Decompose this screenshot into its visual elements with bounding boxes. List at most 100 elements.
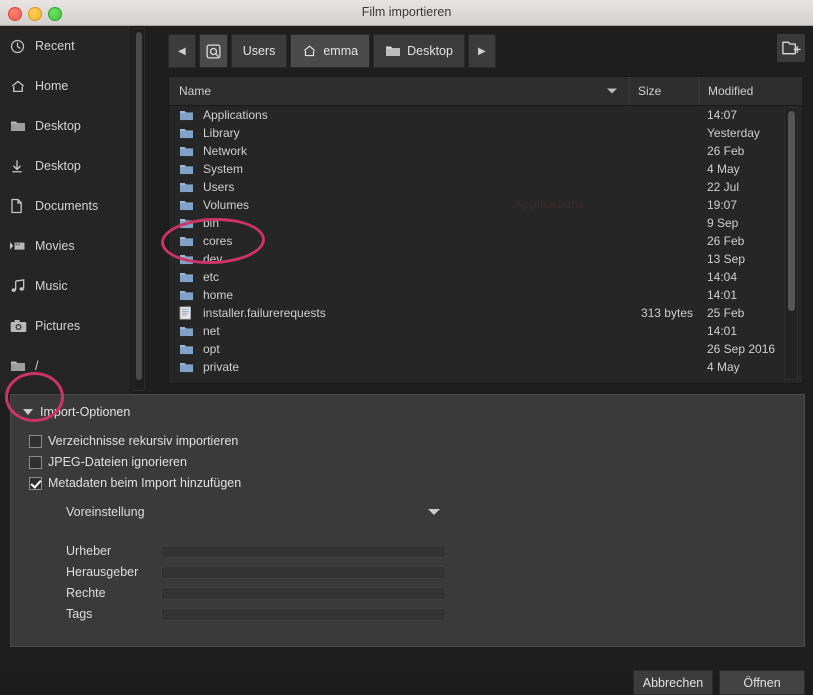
chevron-down-icon <box>23 409 33 415</box>
file-modified-cell: 26 Feb <box>707 234 745 248</box>
checkbox-box[interactable] <box>29 476 42 490</box>
checkbox-label: Metadaten beim Import hinzufügen <box>48 476 242 490</box>
field-label: Rechte <box>66 586 106 600</box>
checkbox-recursive-import[interactable]: Verzeichnisse rekursiv importieren <box>29 434 238 448</box>
table-row[interactable]: dev 13 Sep <box>169 250 802 268</box>
places-sidebar[interactable]: Recent Home Desktop Desktop Documents Mo… <box>0 26 130 393</box>
file-size-cell: 313 bytes <box>640 306 693 320</box>
sidebar-item-downloads[interactable]: Desktop <box>0 146 130 186</box>
table-row[interactable]: Users 22 Jul <box>169 178 802 196</box>
hard-disk-icon[interactable] <box>198 34 228 68</box>
table-row[interactable]: cores 26 Feb <box>169 232 802 250</box>
file-browser-pane: ◀ Users emma Desktop ▶ Name Size Modifie… <box>150 26 813 393</box>
table-row[interactable]: net 14:01 <box>169 322 802 340</box>
new-folder-icon[interactable] <box>777 34 805 62</box>
breadcrumb-users[interactable]: Users <box>230 34 288 68</box>
checkbox-add-metadata[interactable]: Metadaten beim Import hinzufügen <box>29 476 241 490</box>
path-forward-button[interactable]: ▶ <box>467 34 496 68</box>
file-name-cell: Users <box>169 180 629 194</box>
file-name-label: cores <box>203 234 233 248</box>
sidebar-item-label: Home <box>35 78 69 93</box>
cancel-button[interactable]: Abbrechen <box>633 670 713 695</box>
table-row[interactable]: private 4 May <box>169 358 802 376</box>
checkbox-ignore-jpeg[interactable]: JPEG-Dateien ignorieren <box>29 455 187 469</box>
sidebar-item-recent[interactable]: Recent <box>0 26 130 66</box>
field-label: Tags <box>66 607 93 621</box>
camera-icon <box>10 318 30 334</box>
column-header-name[interactable]: Name <box>169 84 629 98</box>
file-name-cell: Volumes <box>169 198 629 212</box>
table-row[interactable]: opt 26 Sep 2016 <box>169 340 802 358</box>
window-title-bar: Film importieren <box>0 0 813 26</box>
file-name-label: Volumes <box>203 198 250 212</box>
metadata-row-herausgeber: Herausgeber <box>66 563 446 581</box>
file-modified-cell: 14:04 <box>707 270 738 284</box>
tags-field[interactable] <box>161 607 446 621</box>
sidebar-item-desktop[interactable]: Desktop <box>0 106 130 146</box>
file-name-cell: dev <box>169 252 629 266</box>
table-row[interactable]: installer.failurerequests 313 bytes 25 Feb <box>169 304 802 322</box>
checkbox-box[interactable] <box>29 434 42 448</box>
table-row[interactable]: Applications 14:07 <box>169 106 802 124</box>
field-label: Herausgeber <box>66 565 139 579</box>
music-note-icon <box>10 278 30 294</box>
table-row[interactable]: Library Yesterday <box>169 124 802 142</box>
table-row[interactable]: home 14:01 <box>169 286 802 304</box>
checkbox-box[interactable] <box>29 455 42 469</box>
sidebar-item-documents[interactable]: Documents <box>0 186 130 226</box>
sidebar-item-root[interactable]: / <box>0 346 130 386</box>
table-row[interactable]: bin 9 Sep <box>169 214 802 232</box>
file-name-label: Library <box>203 126 240 140</box>
table-row[interactable]: Volumes 19:07 <box>169 196 802 214</box>
folder-icon <box>10 118 30 134</box>
preset-dropdown[interactable]: Voreinstellung <box>66 500 446 524</box>
file-name-cell: etc <box>169 270 629 284</box>
folder-icon <box>179 234 197 248</box>
herausgeber-field[interactable] <box>161 565 446 579</box>
open-button[interactable]: Öffnen <box>719 670 805 695</box>
download-icon <box>10 158 30 174</box>
column-header-size[interactable]: Size <box>629 77 699 105</box>
table-row[interactable]: etc 14:04 <box>169 268 802 286</box>
home-icon <box>302 44 317 58</box>
column-header-modified[interactable]: Modified <box>699 77 789 105</box>
breadcrumb-desktop[interactable]: Desktop <box>373 34 465 68</box>
sidebar-item-label: Movies <box>35 238 75 253</box>
metadata-row-tags: Tags <box>66 605 446 623</box>
folder-icon <box>179 342 197 356</box>
file-modified-cell: Yesterday <box>707 126 760 140</box>
sidebar-item-pictures[interactable]: Pictures <box>0 306 130 346</box>
sidebar-item-home[interactable]: Home <box>0 66 130 106</box>
file-name-cell: Network <box>169 144 629 158</box>
file-list-scrollbar-thumb[interactable] <box>788 111 795 311</box>
table-row[interactable]: Network 26 Feb <box>169 142 802 160</box>
breadcrumb[interactable]: ◀ Users emma Desktop ▶ <box>168 34 499 68</box>
sort-descending-icon <box>607 88 617 94</box>
sidebar-item-label: Recent <box>35 38 75 53</box>
rechte-field[interactable] <box>161 586 446 600</box>
path-back-button[interactable]: ◀ <box>168 34 196 68</box>
folder-icon <box>179 126 197 140</box>
file-list[interactable]: Name Size Modified Applications Applicat… <box>168 76 803 384</box>
film-icon <box>10 238 30 254</box>
file-name-label: dev <box>203 252 223 266</box>
sidebar-item-music[interactable]: Music <box>0 266 130 306</box>
sidebar-item-movies[interactable]: Movies <box>0 226 130 266</box>
sidebar-scrollbar-thumb[interactable] <box>136 32 142 380</box>
file-modified-cell: 26 Feb <box>707 144 745 158</box>
import-options-panel: Import-Optionen Verzeichnisse rekursiv i… <box>10 394 805 647</box>
checkbox-label: JPEG-Dateien ignorieren <box>48 455 187 469</box>
import-options-disclosure[interactable]: Import-Optionen <box>23 405 130 419</box>
file-modified-cell: 9 Sep <box>707 216 739 230</box>
urheber-field[interactable] <box>161 544 446 558</box>
checkbox-label: Verzeichnisse rekursiv importieren <box>48 434 239 448</box>
file-modified-cell: 14:01 <box>707 288 738 302</box>
window-title: Film importieren <box>361 5 452 19</box>
breadcrumb-emma[interactable]: emma <box>290 34 371 68</box>
table-row[interactable]: System 4 May <box>169 160 802 178</box>
file-name-cell: bin <box>169 216 629 230</box>
folder-icon <box>179 252 197 266</box>
file-modified-cell: 14:07 <box>707 108 738 122</box>
home-icon <box>10 78 30 94</box>
folder-icon <box>179 216 197 230</box>
